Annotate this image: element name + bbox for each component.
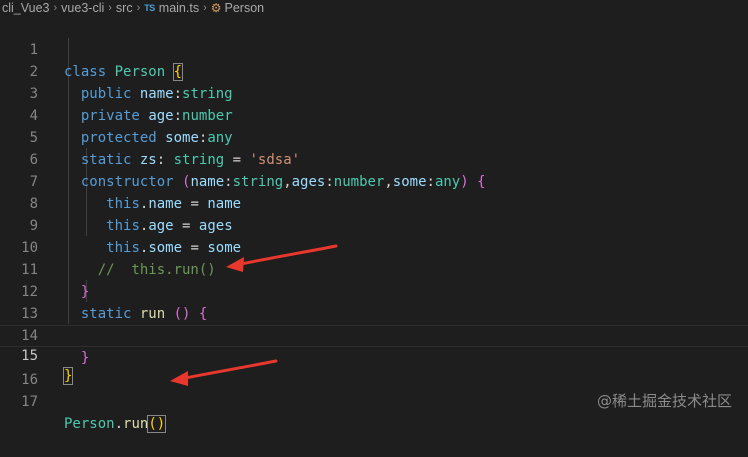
red-arrow-person-run	[170, 359, 278, 386]
red-arrow-static-run	[226, 244, 338, 272]
watermark: @稀土掘金技术社区	[596, 392, 732, 410]
annotation-arrows	[170, 244, 338, 386]
